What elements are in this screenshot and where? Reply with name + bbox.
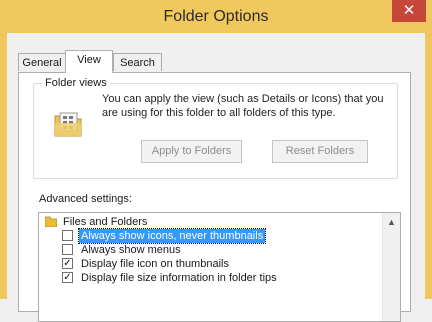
list-item-label-selected: Always show icons, never thumbnails — [77, 228, 267, 244]
folder-icon — [45, 216, 57, 227]
checkbox-checked[interactable]: ✓ — [62, 272, 73, 283]
checkbox-unchecked[interactable] — [62, 230, 73, 241]
title-bar[interactable]: Folder Options ✕ — [0, 0, 432, 33]
reset-folders-button[interactable]: Reset Folders — [272, 140, 368, 163]
close-button[interactable]: ✕ — [392, 0, 426, 22]
dialog-client-area: General View Search Folder views You can… — [7, 33, 425, 322]
tab-search[interactable]: Search — [113, 53, 162, 71]
folder-views-description: You can apply the view (such as Details … — [102, 93, 384, 119]
checkbox-unchecked[interactable] — [62, 244, 73, 255]
list-item-label: Always show menus — [81, 244, 181, 256]
list-item-label: Files and Folders — [63, 216, 148, 228]
checkbox-checked[interactable]: ✓ — [62, 258, 73, 269]
folder-views-group: Folder views You can apply the view (suc… — [33, 77, 398, 179]
tab-general[interactable]: General — [18, 53, 66, 71]
view-tab-page: Folder views You can apply the view (suc… — [18, 72, 411, 322]
list-item-label: Display file icon on thumbnails — [81, 258, 229, 270]
tab-view[interactable]: View — [65, 50, 113, 73]
scroll-up-arrow-icon[interactable]: ▲ — [387, 217, 396, 227]
folder-options-window: Folder Options ✕ General View Search Fol… — [0, 0, 432, 322]
window-title: Folder Options — [163, 8, 269, 25]
vertical-scrollbar[interactable]: ▲ — [382, 213, 400, 321]
apply-to-folders-button[interactable]: Apply to Folders — [141, 140, 242, 163]
advanced-settings-list[interactable]: Files and Folders Always show icons, nev… — [38, 212, 401, 322]
list-item-label: Display file size information in folder … — [81, 272, 277, 284]
folder-views-label: Folder views — [42, 77, 110, 89]
advanced-settings-label: Advanced settings: — [39, 193, 132, 205]
folder-view-icon — [54, 112, 82, 137]
